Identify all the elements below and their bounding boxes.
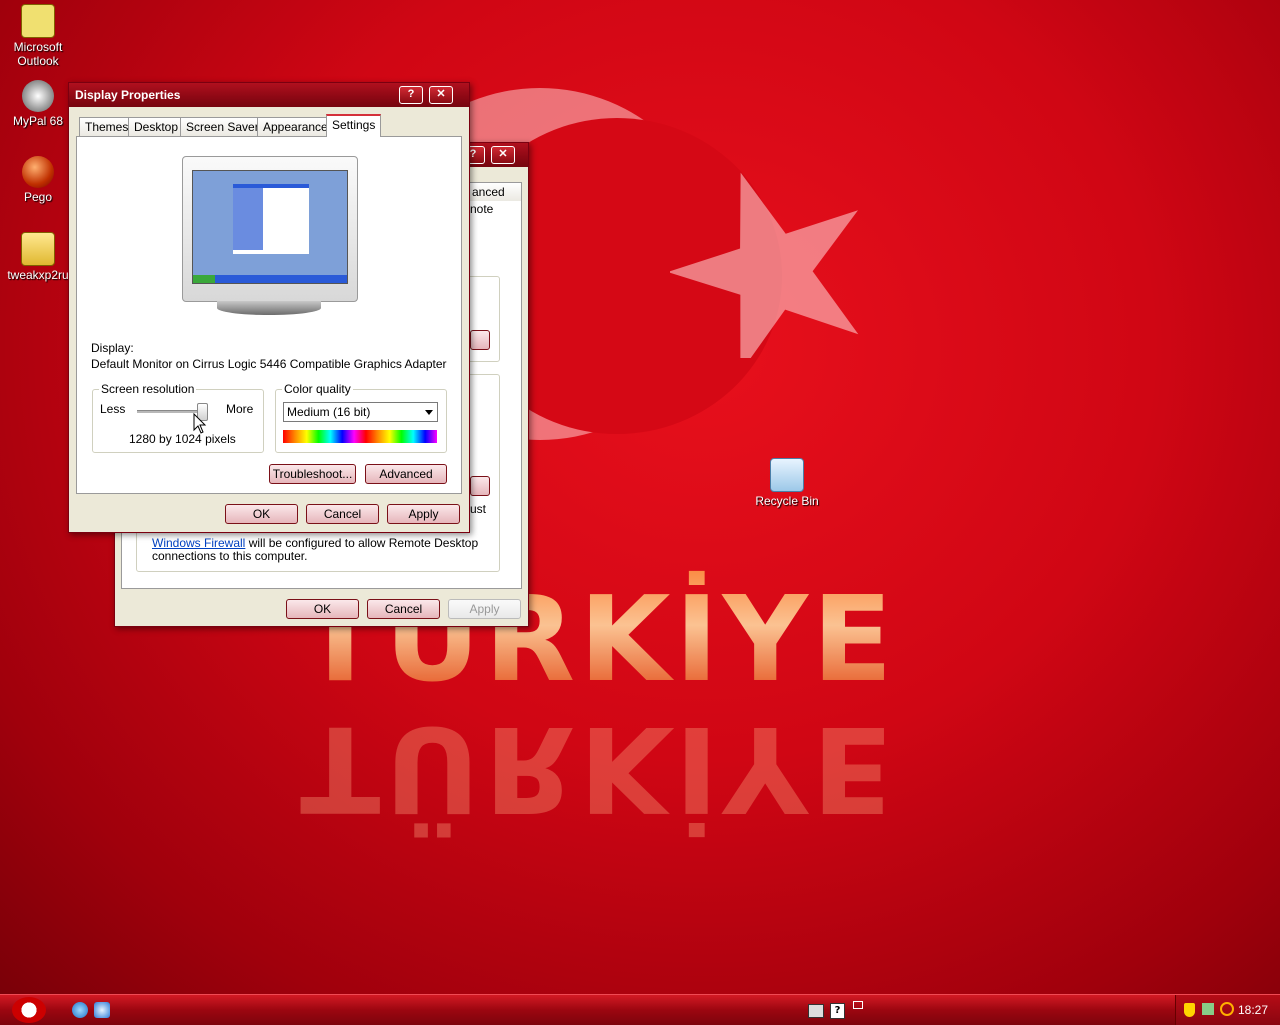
color-quality-label: Color quality xyxy=(282,382,353,396)
desktop-icon-label: Microsoft xyxy=(13,40,63,54)
preview-window xyxy=(233,184,309,254)
display-value: Default Monitor on Cirrus Logic 5446 Com… xyxy=(91,357,447,371)
quick-launch-icon[interactable] xyxy=(94,1002,110,1018)
chevron-down-icon[interactable] xyxy=(425,410,433,415)
partial-button[interactable] xyxy=(470,330,490,350)
wallpaper-star xyxy=(670,172,859,358)
partial-button[interactable] xyxy=(470,476,490,496)
keyboard-icon[interactable] xyxy=(808,1004,824,1018)
desktop-icon-tweakxp2ru[interactable]: tweakxp2ru xyxy=(0,232,76,282)
desktop-icon-recycle-bin[interactable]: Recycle Bin xyxy=(749,458,825,508)
partial-text: ust xyxy=(470,502,487,516)
outlook-icon xyxy=(21,4,55,38)
firewall-line: Windows Firewall will be configured to a… xyxy=(152,536,478,550)
internet-explorer-icon[interactable] xyxy=(72,1002,88,1018)
pego-icon xyxy=(22,156,54,188)
apply-button[interactable]: Apply xyxy=(387,504,460,524)
partial-text: note xyxy=(470,202,494,216)
mypal-icon xyxy=(22,80,54,112)
color-quality-select[interactable]: Medium (16 bit) xyxy=(283,402,438,422)
monitor-preview xyxy=(182,156,358,302)
desktop-icon-label: Recycle Bin xyxy=(755,494,819,508)
tab-desktop[interactable]: Desktop xyxy=(128,117,185,136)
ok-button[interactable]: OK xyxy=(286,599,359,619)
title-bar[interactable]: Display Properties ? ✕ xyxy=(69,83,469,107)
display-label: Display: xyxy=(91,341,134,355)
advanced-button[interactable]: Advanced xyxy=(365,464,447,484)
settings-panel: Display: Default Monitor on Cirrus Logic… xyxy=(76,136,462,494)
tab-themes[interactable]: Themes xyxy=(79,117,135,136)
color-spectrum-bar xyxy=(283,430,437,443)
color-quality-group: Color quality Medium (16 bit) xyxy=(275,382,447,453)
desktop-icon-outlook[interactable]: Microsoft Outlook xyxy=(0,4,76,68)
color-quality-value: Medium (16 bit) xyxy=(287,405,371,419)
tab-screen-saver[interactable]: Screen Saver xyxy=(180,117,265,136)
wallpaper-text-reflection: TÜRKİYE xyxy=(300,700,897,838)
taskbar: ? 18:27 xyxy=(0,994,1280,1025)
ok-button[interactable]: OK xyxy=(225,504,298,524)
system-tray: 18:27 xyxy=(1175,995,1280,1025)
desktop-icon-pego[interactable]: Pego xyxy=(0,156,76,204)
desktop-icon-label: Pego xyxy=(23,190,53,204)
firewall-text: will be configured to allow Remote Deskt… xyxy=(245,536,479,550)
desktop-icon-mypal[interactable]: MyPal 68 xyxy=(0,80,76,128)
more-label: More xyxy=(226,402,254,416)
help-button[interactable]: ? xyxy=(399,86,423,104)
tab-settings[interactable]: Settings xyxy=(326,114,382,137)
desktop-icon-label: MyPal 68 xyxy=(12,114,64,128)
tab-advanced-partial[interactable]: anced xyxy=(466,182,522,201)
tab-appearance[interactable]: Appearance xyxy=(257,117,334,136)
less-label: Less xyxy=(100,402,126,416)
cancel-button[interactable]: Cancel xyxy=(367,599,440,619)
tab-strip: Themes Desktop Screen Saver Appearance S… xyxy=(77,114,467,137)
close-button[interactable]: ✕ xyxy=(429,86,453,104)
monitor-screen xyxy=(192,170,348,284)
close-button[interactable]: ✕ xyxy=(491,146,515,164)
resolution-value: 1280 by 1024 pixels xyxy=(129,432,236,446)
recycle-bin-icon xyxy=(770,458,804,492)
shield-icon[interactable] xyxy=(1184,1003,1195,1017)
help-icon[interactable]: ? xyxy=(830,1003,845,1019)
apply-button[interactable]: Apply xyxy=(448,599,521,619)
cancel-button[interactable]: Cancel xyxy=(306,504,379,524)
start-button[interactable] xyxy=(12,997,46,1023)
search-icon[interactable] xyxy=(1220,1002,1234,1016)
screen-resolution-group: Screen resolution Less More 1280 by 1024… xyxy=(92,382,264,453)
display-properties-window[interactable]: Display Properties ? ✕ Themes Desktop Sc… xyxy=(68,82,470,533)
screen-resolution-label: Screen resolution xyxy=(99,382,197,396)
mouse-cursor-icon xyxy=(193,413,207,434)
monitor-stand xyxy=(217,301,321,315)
troubleshoot-button[interactable]: Troubleshoot... xyxy=(269,464,356,484)
network-icon[interactable] xyxy=(1202,1003,1214,1015)
desktop-icon-label: tweakxp2ru xyxy=(7,268,69,282)
firewall-text-2: connections to this computer. xyxy=(152,549,308,563)
desktop-icon-label: Outlook xyxy=(17,54,59,68)
windows-firewall-link[interactable]: Windows Firewall xyxy=(152,536,245,550)
zip-folder-icon xyxy=(21,232,55,266)
window-title: Display Properties xyxy=(75,88,181,102)
restore-icon[interactable] xyxy=(853,1001,863,1019)
clock[interactable]: 18:27 xyxy=(1238,1003,1268,1017)
